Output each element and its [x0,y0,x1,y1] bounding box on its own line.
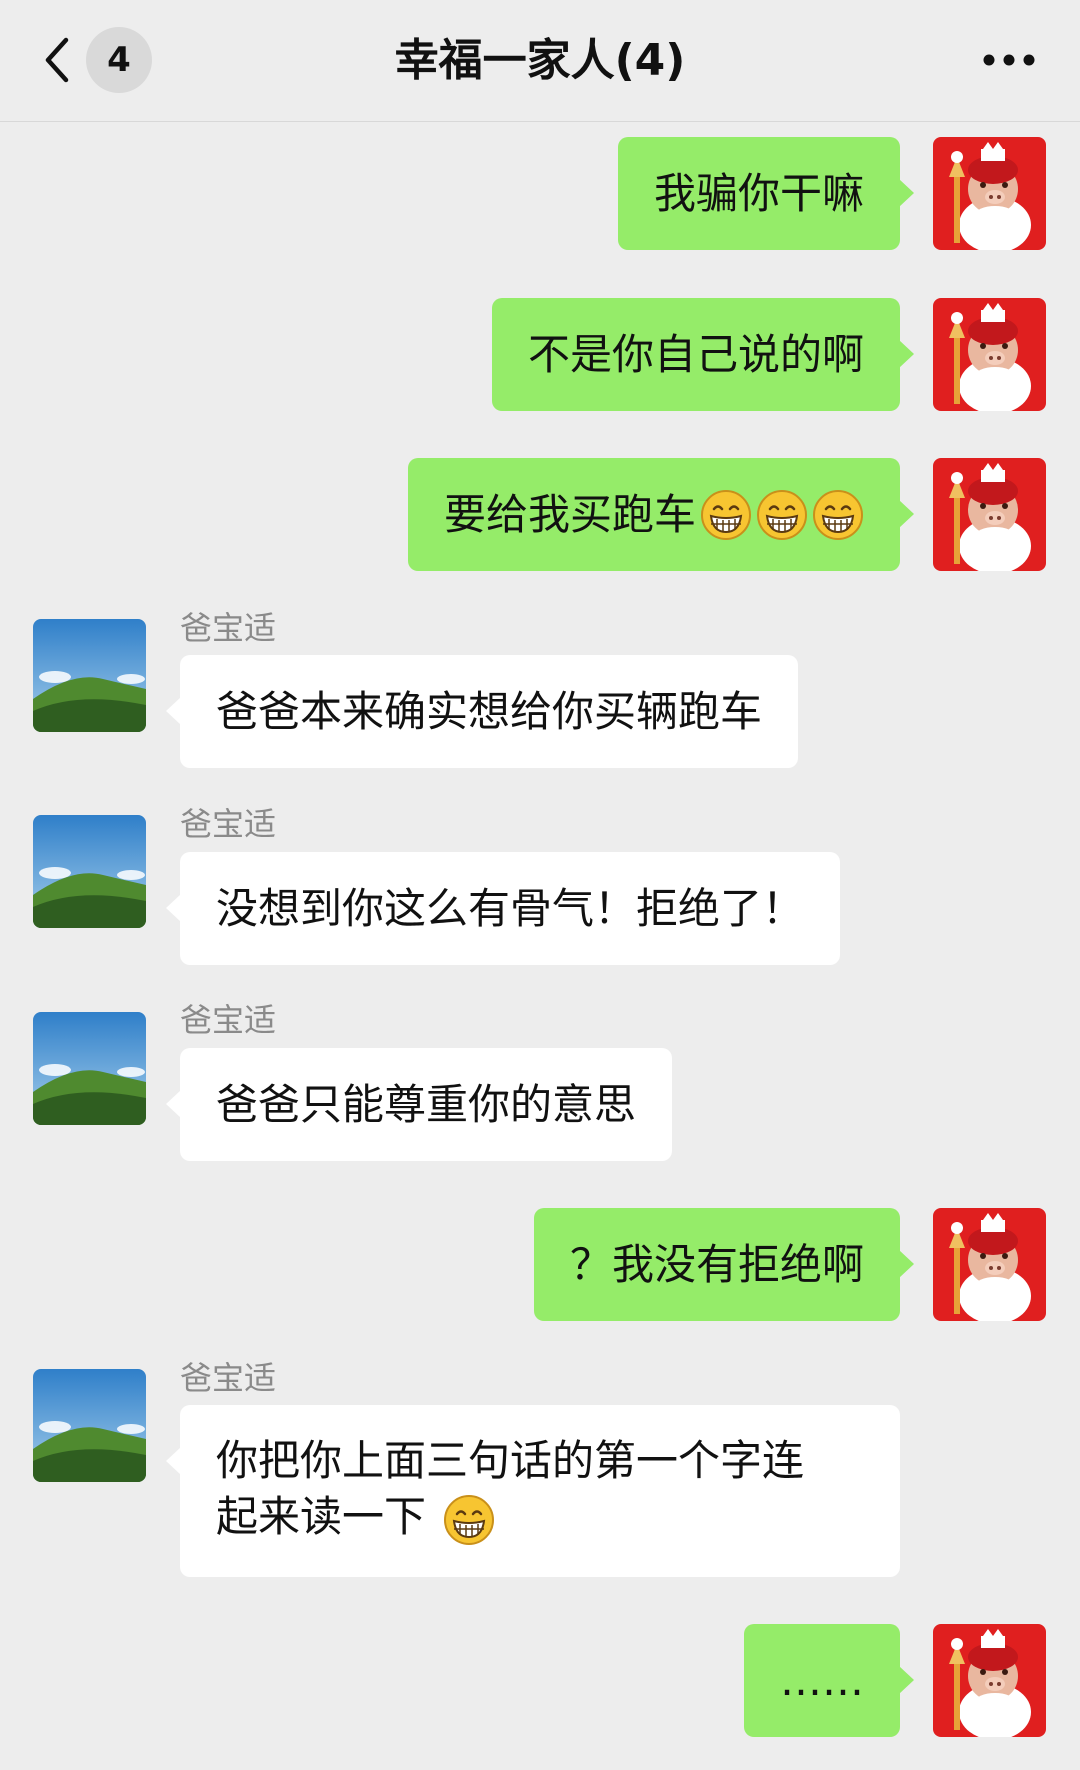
mountain-landscape-avatar [33,1012,146,1125]
grin-emoji-icon [700,489,752,541]
message-text: 我骗你干嘛 [653,168,864,218]
message-bubble-received[interactable]: 爸爸只能尊重你的意思 [165,1048,673,1161]
mountain-landscape-avatar [33,619,146,732]
self-avatar[interactable] [933,137,1046,250]
self-avatar[interactable] [933,1208,1046,1321]
message-text: …… [780,1655,864,1705]
message-bubble-sent[interactable]: 不是你自己说的啊 [491,298,915,411]
more-options-button[interactable] [974,40,1044,80]
sender-name: 爸宝适 [180,805,277,843]
grin-emoji-icon [812,489,864,541]
cartoon-pig-avatar [933,1208,1046,1321]
message-text: 爸爸本来确实想给你买辆跑车 [216,686,763,736]
message-text: 没想到你这么有骨气！拒绝了！ [216,883,805,933]
message-text-line: 你把你上面三句话的第一个字连 [216,1436,805,1485]
message-text: 要给我买跑车 [443,489,696,539]
dad-avatar[interactable] [33,815,146,928]
sender-name: 爸宝适 [180,609,277,647]
more-dots-icon [983,51,1035,70]
message-bubble-sent[interactable]: 我骗你干嘛 [617,137,915,250]
chat-screen: 4 幸福一家人(4) 我骗你干嘛 不是你自己说的啊 要给我买跑车 爸宝适 爸爸本… [0,0,1080,1770]
cartoon-pig-avatar [933,298,1046,411]
message-text: 起来读一下 [216,1492,427,1541]
chat-header: 4 幸福一家人(4) [0,0,1080,122]
back-button[interactable]: 4 [36,25,156,95]
message-bubble-sent[interactable]: ？我没有拒绝啊 [533,1208,915,1321]
message-text: 爸爸只能尊重你的意思 [216,1079,637,1129]
message-bubble-sent[interactable]: …… [744,1624,914,1737]
mountain-landscape-avatar [33,1369,146,1482]
chevron-left-icon [36,30,76,90]
cartoon-pig-avatar [933,1624,1046,1737]
sender-name: 爸宝适 [180,1001,277,1039]
dad-avatar[interactable] [33,1369,146,1482]
self-avatar[interactable] [933,1624,1046,1737]
message-bubble-sent[interactable]: 要给我买跑车 [407,458,915,571]
message-bubble-received[interactable]: 你把你上面三句话的第一个字连 起来读一下 [166,1405,900,1577]
message-text-line: 起来读一下 [216,1489,495,1546]
cartoon-pig-avatar [933,458,1046,571]
self-avatar[interactable] [933,458,1046,571]
unread-count-badge: 4 [86,27,152,93]
self-avatar[interactable] [933,298,1046,411]
message-bubble-received[interactable]: 爸爸本来确实想给你买辆跑车 [165,655,799,768]
cartoon-pig-avatar [933,137,1046,250]
message-bubble-received[interactable]: 没想到你这么有骨气！拒绝了！ [165,852,841,965]
dad-avatar[interactable] [33,619,146,732]
grin-emoji-icon [756,489,808,541]
mountain-landscape-avatar [33,815,146,928]
message-text: 不是你自己说的啊 [527,329,864,379]
message-text: ？我没有拒绝啊 [569,1239,864,1289]
dad-avatar[interactable] [33,1012,146,1125]
grin-emoji-icon [443,1494,495,1546]
sender-name: 爸宝适 [180,1359,277,1397]
page-title: 幸福一家人(4) [394,35,686,86]
